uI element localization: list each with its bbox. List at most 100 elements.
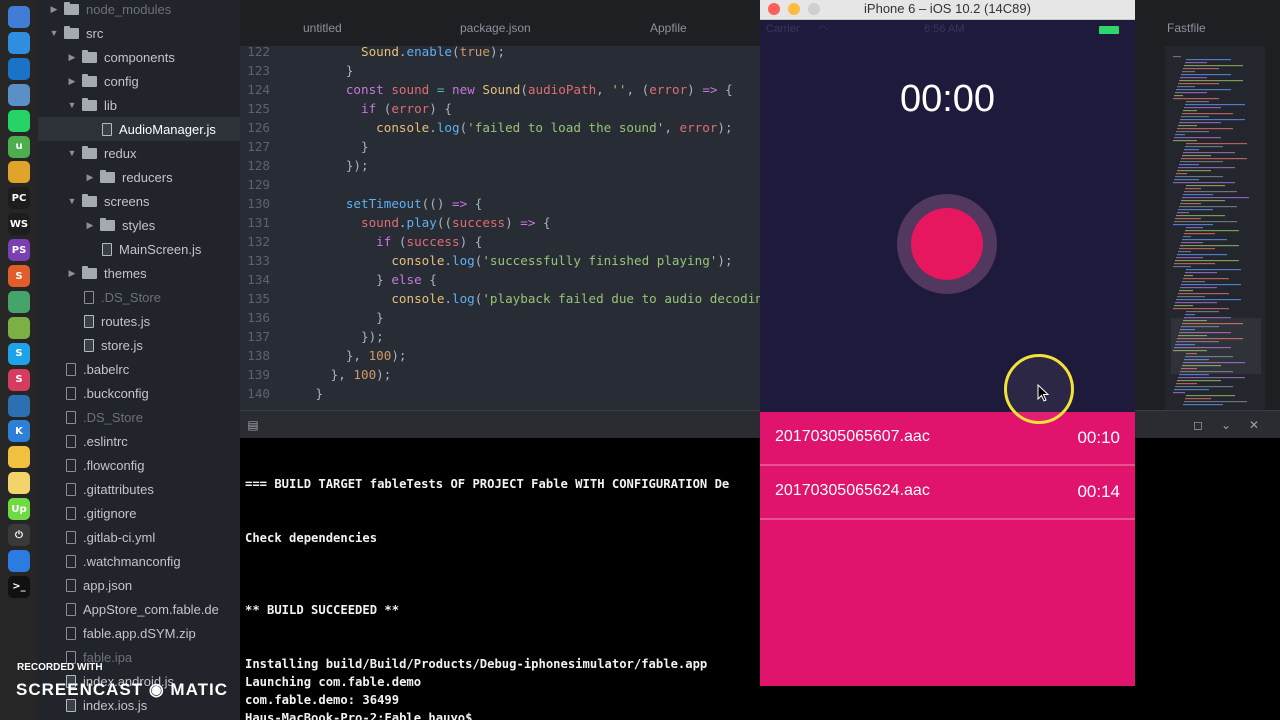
chevron-down-icon[interactable]: ▼ xyxy=(48,28,60,38)
maximize-icon[interactable]: ◻ xyxy=(1191,418,1205,432)
code-line: 125 if (error) { xyxy=(240,99,760,118)
minimap-line xyxy=(1176,257,1203,259)
minimap-line xyxy=(1186,269,1241,271)
tab-appfile[interactable]: Appfile xyxy=(650,21,687,35)
cyberduck-icon[interactable] xyxy=(8,446,30,469)
chevron-right-icon[interactable]: ▶ xyxy=(66,76,78,87)
skype-icon[interactable]: S xyxy=(8,342,30,365)
tree-folder[interactable]: ▼ lib xyxy=(38,93,240,117)
tree-file[interactable]: .eslintrc xyxy=(38,429,240,453)
tree-file[interactable]: store.js xyxy=(38,333,240,357)
tree-file[interactable]: .gitignore xyxy=(38,501,240,525)
tree-file[interactable]: .DS_Store xyxy=(38,405,240,429)
folder-icon xyxy=(100,169,115,183)
tree-file[interactable]: routes.js xyxy=(38,309,240,333)
chevron-right-icon[interactable]: ▶ xyxy=(84,220,96,231)
tree-file[interactable]: .DS_Store xyxy=(38,285,240,309)
power-icon[interactable]: ⏻ xyxy=(8,524,30,546)
file-icon xyxy=(66,530,76,544)
tree-file[interactable]: .gitattributes xyxy=(38,477,240,501)
tree-file[interactable]: .babelrc xyxy=(38,357,240,381)
chrome-icon[interactable] xyxy=(8,161,30,184)
line-number: 131 xyxy=(247,215,270,230)
list-item[interactable]: 20170305065607.aac 00:10 xyxy=(760,412,1135,466)
simulator-titlebar[interactable]: iPhone 6 – iOS 10.2 (14C89) xyxy=(760,0,1135,20)
appstore-icon[interactable] xyxy=(8,549,30,572)
minimap[interactable] xyxy=(1165,46,1265,410)
tree-folder[interactable]: ▼ src xyxy=(38,21,240,45)
file-icon xyxy=(66,458,76,472)
tree-file[interactable]: .gitlab-ci.yml xyxy=(38,525,240,549)
tab-package-json[interactable]: package.json xyxy=(460,21,531,35)
minimap-line xyxy=(1174,389,1209,391)
chevron-down-icon[interactable]: ▼ xyxy=(66,100,78,110)
chevron-down-icon[interactable]: ▼ xyxy=(66,196,78,206)
minimap-line xyxy=(1178,209,1213,211)
utorrent-icon[interactable]: u xyxy=(8,135,30,158)
minimap-line xyxy=(1179,122,1221,124)
tree-item-label: redux xyxy=(104,145,137,161)
record-button-core[interactable] xyxy=(911,208,983,280)
slack-icon[interactable]: S xyxy=(8,368,30,391)
tree-file[interactable]: .flowconfig xyxy=(38,453,240,477)
minimap-line xyxy=(1178,251,1191,253)
tree-folder[interactable]: ▼ redux xyxy=(38,141,240,165)
chevron-right-icon[interactable]: ▶ xyxy=(66,52,78,63)
tree-file[interactable]: app.json xyxy=(38,573,240,597)
tree-file[interactable]: fable.app.dSYM.zip xyxy=(38,621,240,645)
tab-fastfile[interactable]: Fastfile xyxy=(1167,21,1206,35)
minimap-line xyxy=(1177,128,1233,130)
sublime-icon[interactable]: S xyxy=(8,265,30,287)
minimap-line xyxy=(1178,167,1235,169)
numbers-icon[interactable] xyxy=(8,472,30,495)
chevron-down-icon[interactable]: ⌄ xyxy=(1219,418,1233,432)
webstorm-icon[interactable]: WS xyxy=(8,213,30,236)
terminal-line: Launching com.fable.demo xyxy=(245,675,422,689)
tree-file[interactable]: .watchmanconfig xyxy=(38,549,240,573)
chevron-right-icon[interactable]: ▶ xyxy=(66,268,78,279)
sourcetree-icon[interactable] xyxy=(8,394,30,417)
keynote-icon[interactable]: K xyxy=(8,420,30,443)
tree-file[interactable]: AudioManager.js xyxy=(38,117,240,141)
chevron-right-icon[interactable]: ▶ xyxy=(84,172,96,183)
code-line: 124 const sound = new Sound(audioPath, '… xyxy=(240,80,760,99)
terminal-icon[interactable]: ▤ xyxy=(246,418,260,432)
tab-untitled[interactable]: untitled xyxy=(303,21,342,35)
terminal-icon[interactable]: >_ xyxy=(8,575,30,598)
close-icon[interactable]: ✕ xyxy=(1247,418,1261,432)
pycharm-icon[interactable]: PC xyxy=(8,187,30,210)
minimap-line xyxy=(1176,215,1225,217)
recording-timer: 00:00 xyxy=(899,78,996,120)
tree-file[interactable]: AppStore_com.fable.de xyxy=(38,597,240,621)
code-text: sound.play((success) => { xyxy=(361,215,551,230)
atom-icon[interactable] xyxy=(8,290,30,313)
tree-file[interactable]: .buckconfig xyxy=(38,381,240,405)
code-text: } xyxy=(270,386,324,401)
tree-item-label: .eslintrc xyxy=(83,433,128,449)
tree-folder[interactable]: ▶ reducers xyxy=(38,165,240,189)
finder-icon[interactable] xyxy=(8,6,30,28)
code-editor[interactable]: 122 Sound.enable(true); 123 } 124 const so… xyxy=(240,46,760,410)
chevron-down-icon[interactable]: ▼ xyxy=(66,148,78,158)
tree-file[interactable]: MainScreen.js xyxy=(38,237,240,261)
upwork-icon[interactable]: Up xyxy=(8,498,30,521)
android-studio-icon[interactable] xyxy=(8,316,30,339)
code-line: 127 } xyxy=(240,137,760,156)
tree-folder[interactable]: ▶ components xyxy=(38,45,240,69)
preview-icon[interactable] xyxy=(8,83,30,106)
terminal-line: === BUILD TARGET fableTests OF PROJECT F… xyxy=(245,477,730,491)
tree-folder[interactable]: ▶ node_modules xyxy=(38,0,240,21)
minimap-line xyxy=(1183,152,1235,154)
tree-folder[interactable]: ▶ themes xyxy=(38,261,240,285)
teamviewer-icon[interactable] xyxy=(8,57,30,80)
tree-item-label: .flowconfig xyxy=(83,457,145,473)
tree-folder[interactable]: ▼ screens xyxy=(38,189,240,213)
minimap-line xyxy=(1180,77,1207,79)
phpstorm-icon[interactable]: PS xyxy=(8,239,30,262)
chevron-right-icon[interactable]: ▶ xyxy=(48,4,60,15)
list-item[interactable]: 20170305065624.aac 00:14 xyxy=(760,466,1135,520)
tree-folder[interactable]: ▶ config xyxy=(38,69,240,93)
whatsapp-icon[interactable] xyxy=(8,109,30,132)
safari-icon[interactable] xyxy=(8,31,30,54)
tree-folder[interactable]: ▶ styles xyxy=(38,213,240,237)
